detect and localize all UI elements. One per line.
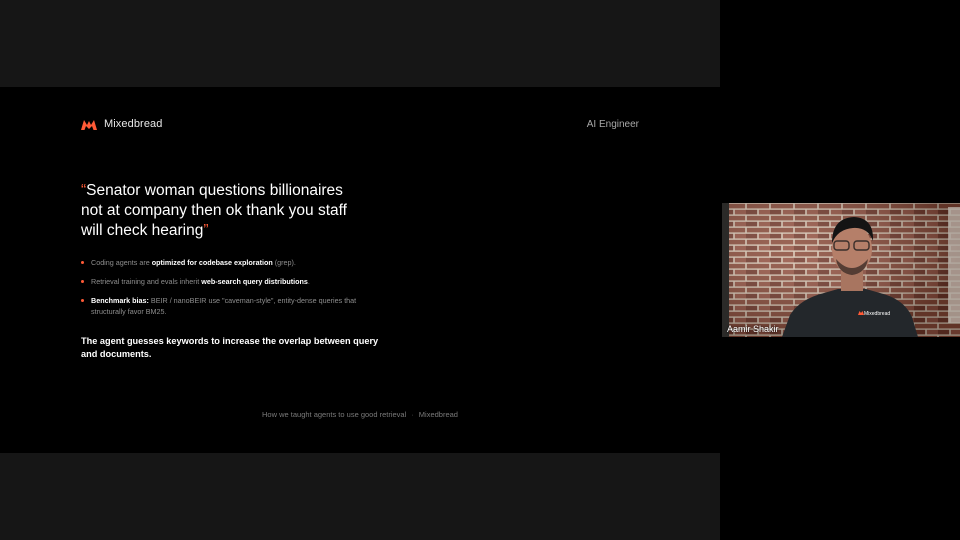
letterbox-bottom (0, 453, 720, 540)
slide-quote: “Senator woman questions billionaires no… (81, 181, 361, 241)
bullet-highlight: Benchmark bias: (91, 296, 149, 305)
participant-name: Aamir Shakir (727, 324, 779, 334)
bullet-list: Coding agents are optimized for codebase… (81, 257, 381, 325)
bullet-dot-icon (81, 280, 84, 283)
bullet-dot-icon (81, 299, 84, 302)
shirt-logo-text: Mixedbread (864, 311, 890, 317)
bullet-text: Coding agents are (91, 258, 152, 267)
bullet-text: . (307, 277, 310, 286)
speaker-silhouette: Mixedbread (782, 217, 918, 337)
brand: Mixedbread (81, 118, 162, 130)
bullet-item: Benchmark bias: BEIR / nanoBEIR use "cav… (81, 295, 381, 317)
quote-text: Senator woman questions billionaires not… (81, 182, 347, 239)
brand-name: Mixedbread (104, 118, 163, 130)
presentation-slide: Mixedbread AI Engineer “Senator woman qu… (0, 87, 720, 453)
bullet-text: Retrieval training and evals inherit (91, 277, 202, 286)
footer-separator: · (411, 410, 414, 419)
bullet-item: Retrieval training and evals inherit web… (81, 276, 381, 287)
bullet-text: (grep). (272, 258, 296, 267)
letterbox-top (0, 0, 720, 87)
mixedbread-logo-icon (81, 120, 97, 130)
footer-title: How we taught agents to use good retriev… (262, 410, 407, 419)
slide-footer: How we taught agents to use good retriev… (0, 410, 720, 419)
bullet-item: Coding agents are optimized for codebase… (81, 257, 381, 268)
footer-company: Mixedbread (418, 410, 458, 419)
slide-conclusion: The agent guesses keywords to increase t… (81, 336, 379, 359)
speaker-webcam-tile: Mixedbread Aamir Shakir (722, 203, 960, 337)
bullet-highlight: optimized for codebase exploration (151, 258, 273, 267)
close-quote-mark: ” (203, 222, 209, 239)
bullet-highlight: web-search query distributions (201, 277, 308, 286)
bullet-dot-icon (81, 261, 84, 264)
event-name: AI Engineer (586, 119, 639, 130)
